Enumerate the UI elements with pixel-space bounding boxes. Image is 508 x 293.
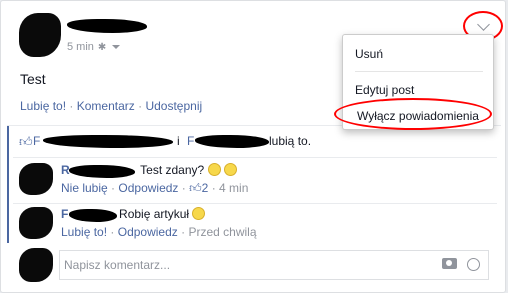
commenter-avatar[interactable] bbox=[19, 163, 53, 195]
comment-composer: Napisz komentarz... bbox=[19, 248, 489, 286]
liker-name-redacted-1[interactable] bbox=[43, 135, 173, 148]
my-avatar bbox=[19, 248, 53, 282]
gear-icon[interactable]: ✱ bbox=[98, 42, 106, 53]
divider bbox=[13, 203, 497, 204]
post-actions: Lubię to! · Komentarz · Udostępnij bbox=[20, 99, 203, 113]
chevron-down-icon[interactable] bbox=[112, 45, 121, 49]
author-name-redacted[interactable] bbox=[67, 19, 147, 33]
comment-link[interactable]: Komentarz bbox=[77, 99, 135, 113]
likes-connector: i bbox=[177, 134, 180, 148]
smiley-icon bbox=[192, 207, 206, 220]
camera-icon[interactable] bbox=[442, 258, 457, 269]
comment-actions: Lubię to! · Odpowiedz · Przed chwilą bbox=[61, 225, 257, 239]
smiley-icon bbox=[223, 163, 237, 176]
highlight-circle bbox=[334, 98, 492, 130]
like-link[interactable]: Lubię to! bbox=[20, 99, 66, 113]
reply-link[interactable]: Odpowiedz bbox=[118, 181, 178, 195]
author-avatar[interactable] bbox=[19, 13, 61, 57]
post-text: Test bbox=[20, 71, 46, 87]
liker-name-redacted-2[interactable] bbox=[195, 135, 269, 148]
liker-name-2[interactable]: F bbox=[187, 134, 194, 148]
menu-item-delete[interactable]: Usuń bbox=[355, 47, 383, 61]
thumbs-up-icon: 👍︎ bbox=[19, 134, 33, 149]
thumbs-up-icon[interactable]: 👍︎ bbox=[189, 181, 202, 195]
commenter-avatar[interactable] bbox=[19, 207, 53, 239]
like-link[interactable]: Lubię to! bbox=[61, 225, 107, 239]
smiley-icon bbox=[207, 163, 221, 176]
unlike-link[interactable]: Nie lubię bbox=[61, 181, 108, 195]
comment-time[interactable]: 4 min bbox=[219, 181, 248, 195]
comment-actions: Nie lubię · Odpowiedz · 👍︎2 · 4 min bbox=[61, 181, 249, 195]
divider bbox=[13, 157, 497, 158]
likes-suffix: lubią to. bbox=[269, 134, 312, 148]
like-count[interactable]: 2 bbox=[202, 181, 209, 195]
post-meta: 5 min ✱ bbox=[67, 41, 121, 53]
post-time[interactable]: 5 min bbox=[67, 41, 94, 53]
comment-2: F Robię artykuł Lubię to! · Odpowiedz · … bbox=[19, 207, 489, 245]
menu-divider bbox=[355, 71, 483, 72]
likes-summary: F bbox=[33, 134, 40, 148]
comment-1: R Test zdany? Nie lubię · Odpowiedz · 👍︎… bbox=[19, 163, 489, 201]
liker-name-1[interactable]: F bbox=[33, 134, 40, 148]
comment-input[interactable]: Napisz komentarz... bbox=[59, 250, 489, 280]
share-link[interactable]: Udostępnij bbox=[145, 99, 202, 113]
commenter-name[interactable]: F bbox=[61, 207, 68, 221]
reply-link[interactable]: Odpowiedz bbox=[118, 225, 178, 239]
menu-item-edit[interactable]: Edytuj post bbox=[355, 83, 414, 97]
comment-time[interactable]: Przed chwilą bbox=[188, 225, 256, 239]
emoji-icon[interactable] bbox=[467, 258, 480, 271]
